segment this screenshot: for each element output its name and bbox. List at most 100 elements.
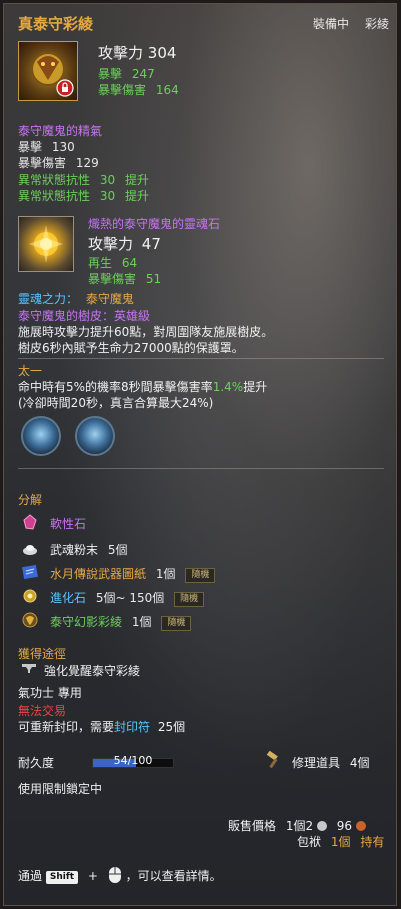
decompose-title: 分解 (18, 493, 43, 507)
crit-dmg-label: 暴擊傷害 (98, 83, 147, 97)
anvil-icon (21, 661, 37, 675)
gem-regen-value: 64 (121, 256, 138, 270)
spirit-bonus-value: 30 (99, 189, 116, 203)
bark-desc-2: 樹皮6秒內賦予生命力27000點的保護罩。 (18, 341, 244, 355)
random-tag: 隨機 (185, 568, 216, 583)
spirit-line-label: 暴擊 (18, 140, 43, 154)
spirit-line-value: 130 (51, 140, 75, 154)
durability-current: 54 (113, 754, 128, 767)
gem-attack-label: 攻擊力 (88, 235, 134, 253)
mouse-icon (108, 866, 122, 887)
no-trade: 無法交易 (18, 704, 67, 718)
decompose-item-name: 進化石 (50, 591, 87, 605)
repair-label: 修理道具 (292, 756, 341, 770)
decompose-item-qty: 1個 (155, 567, 176, 581)
phantom-scarf-icon (21, 611, 39, 629)
decompose-item: 水月傳說武器圖紙 1個 隨機 (50, 565, 216, 583)
skill-slot-icon[interactable] (21, 416, 61, 456)
divider (18, 468, 384, 469)
taiyi-line-1: 命中時有5%的機率8秒間暴擊傷害率1.4%提升 (18, 378, 267, 395)
copper-coin-icon (355, 821, 366, 831)
class-restriction: 氣功士 專用 (18, 686, 82, 700)
gem-crit-dmg-value: 51 (145, 272, 162, 286)
attack-stat: 攻擊力 304 (98, 42, 176, 63)
gem-crit-dmg: 暴擊傷害 51 (88, 270, 161, 287)
soul-power-label: 靈魂之力： (18, 292, 79, 306)
taiyi-text: 命中時有5%的機率8秒間暴擊傷害率 (18, 380, 213, 394)
repair-qty: 4個 (349, 756, 370, 770)
spirit-bonus-suffix: 提升 (124, 189, 149, 203)
powder-icon (21, 539, 39, 557)
gem-icon-box (18, 216, 74, 272)
silver-coin-icon (316, 821, 327, 831)
decompose-item-qty: 1個 (131, 615, 152, 629)
crit-dmg-stat: 暴擊傷害 164 (98, 81, 179, 98)
acquire-source: 強化覺醒泰守彩綾 (44, 664, 141, 678)
durability-value: 54/100 (92, 754, 174, 767)
spirit-bonus: 異常狀態抗性 30 提升 (18, 187, 149, 204)
crit-dmg-value: 164 (155, 83, 179, 97)
silver-amount: 2 (305, 819, 314, 833)
footer-plus: + (87, 869, 98, 883)
spirit-bonus-label: 異常狀態抗性 (18, 189, 91, 203)
divider (18, 358, 384, 359)
soul-power: 靈魂之力： 泰守魔鬼 (18, 290, 134, 307)
spirit-bonus-label: 異常狀態抗性 (18, 173, 91, 187)
item-title: 真泰守彩綾 (18, 15, 94, 33)
spirit-line: 暴擊傷害 129 (18, 154, 99, 171)
decompose-item-qty: 5個~ 150個 (95, 591, 165, 605)
taiyi-suffix: 提升 (243, 380, 268, 394)
gem-name: 熾熱的泰守魔鬼的靈魂石 (88, 217, 221, 231)
gem-regen-label: 再生 (88, 256, 113, 270)
attack-value: 304 (147, 44, 177, 62)
spirit-bonus-suffix: 提升 (124, 173, 149, 187)
reseal-line: 可重新封印，需要封印符 25個 (18, 718, 185, 735)
durability-max: 100 (131, 754, 153, 767)
decompose-item-name: 軟性石 (50, 517, 87, 531)
decompose-item-name: 水月傳說武器圖紙 (50, 567, 147, 581)
equipped-status: 裝備中 (313, 17, 350, 31)
copper-amount: 96 (336, 819, 353, 833)
evolution-stone-icon (21, 587, 39, 605)
decompose-item: 軟性石 (50, 515, 86, 532)
taiyi-line-2: (冷卻時間20秒，真言合算最大24%) (18, 396, 214, 410)
spirit-line: 暴擊 130 (18, 138, 75, 155)
bag-qty: 1個 (330, 835, 351, 849)
crit-stat: 暴擊 247 (98, 65, 155, 82)
bag-info: 包袱 1個 持有 (297, 833, 384, 850)
item-category: 彩綾 (365, 17, 390, 31)
item-icon (18, 41, 78, 101)
spirit-bonus: 異常狀態抗性 30 提升 (18, 171, 149, 188)
footer-hint: 通過 Shift + ，可以查看詳情。 (18, 866, 222, 887)
dragon-scarf-icon (31, 52, 74, 97)
decompose-item: 進化石 5個~ 150個 隨機 (50, 589, 205, 607)
footer-suffix: ，可以查看詳情。 (125, 869, 222, 883)
decompose-item-name: 武魂粉末 (50, 543, 99, 557)
skill-slot-icon[interactable] (75, 416, 115, 456)
random-tag: 隨機 (161, 616, 192, 631)
reseal-item: 封印符 (114, 720, 151, 734)
sell-price-unit: 1個 (285, 819, 306, 833)
reseal-text: 可重新封印，需要 (18, 720, 115, 734)
footer-prefix: 通過 (18, 869, 43, 883)
decompose-item-name: 泰守幻影彩綾 (50, 615, 123, 629)
sell-price-label: 販售價格 (228, 819, 277, 833)
gem-attack: 攻擊力 47 (88, 233, 161, 254)
owned-label: 持有 (360, 835, 385, 849)
repair-item: 修理道具 4個 (292, 754, 369, 771)
soft-stone-icon (21, 513, 39, 531)
attack-label: 攻擊力 (98, 44, 144, 62)
crit-value: 247 (131, 67, 155, 81)
durability-label: 耐久度 (18, 756, 55, 770)
item-tooltip: 真泰守彩綾 裝備中 彩綾 攻擊力 304 暴擊 247 暴擊傷害 164 泰守魔… (3, 3, 397, 906)
reseal-qty: 25個 (157, 720, 186, 734)
decompose-item: 武魂粉末 5個 (50, 541, 127, 558)
spirit-line-label: 暴擊傷害 (18, 156, 67, 170)
spirit-line-value: 129 (75, 156, 99, 170)
blueprint-icon (21, 563, 39, 581)
bag-label: 包袱 (297, 835, 322, 849)
usage-restriction: 使用限制鎖定中 (18, 782, 103, 796)
shift-key-icon: Shift (45, 871, 79, 884)
spirit-name: 泰守魔鬼的精氣 (18, 124, 103, 138)
soul-stone-icon (29, 225, 63, 263)
